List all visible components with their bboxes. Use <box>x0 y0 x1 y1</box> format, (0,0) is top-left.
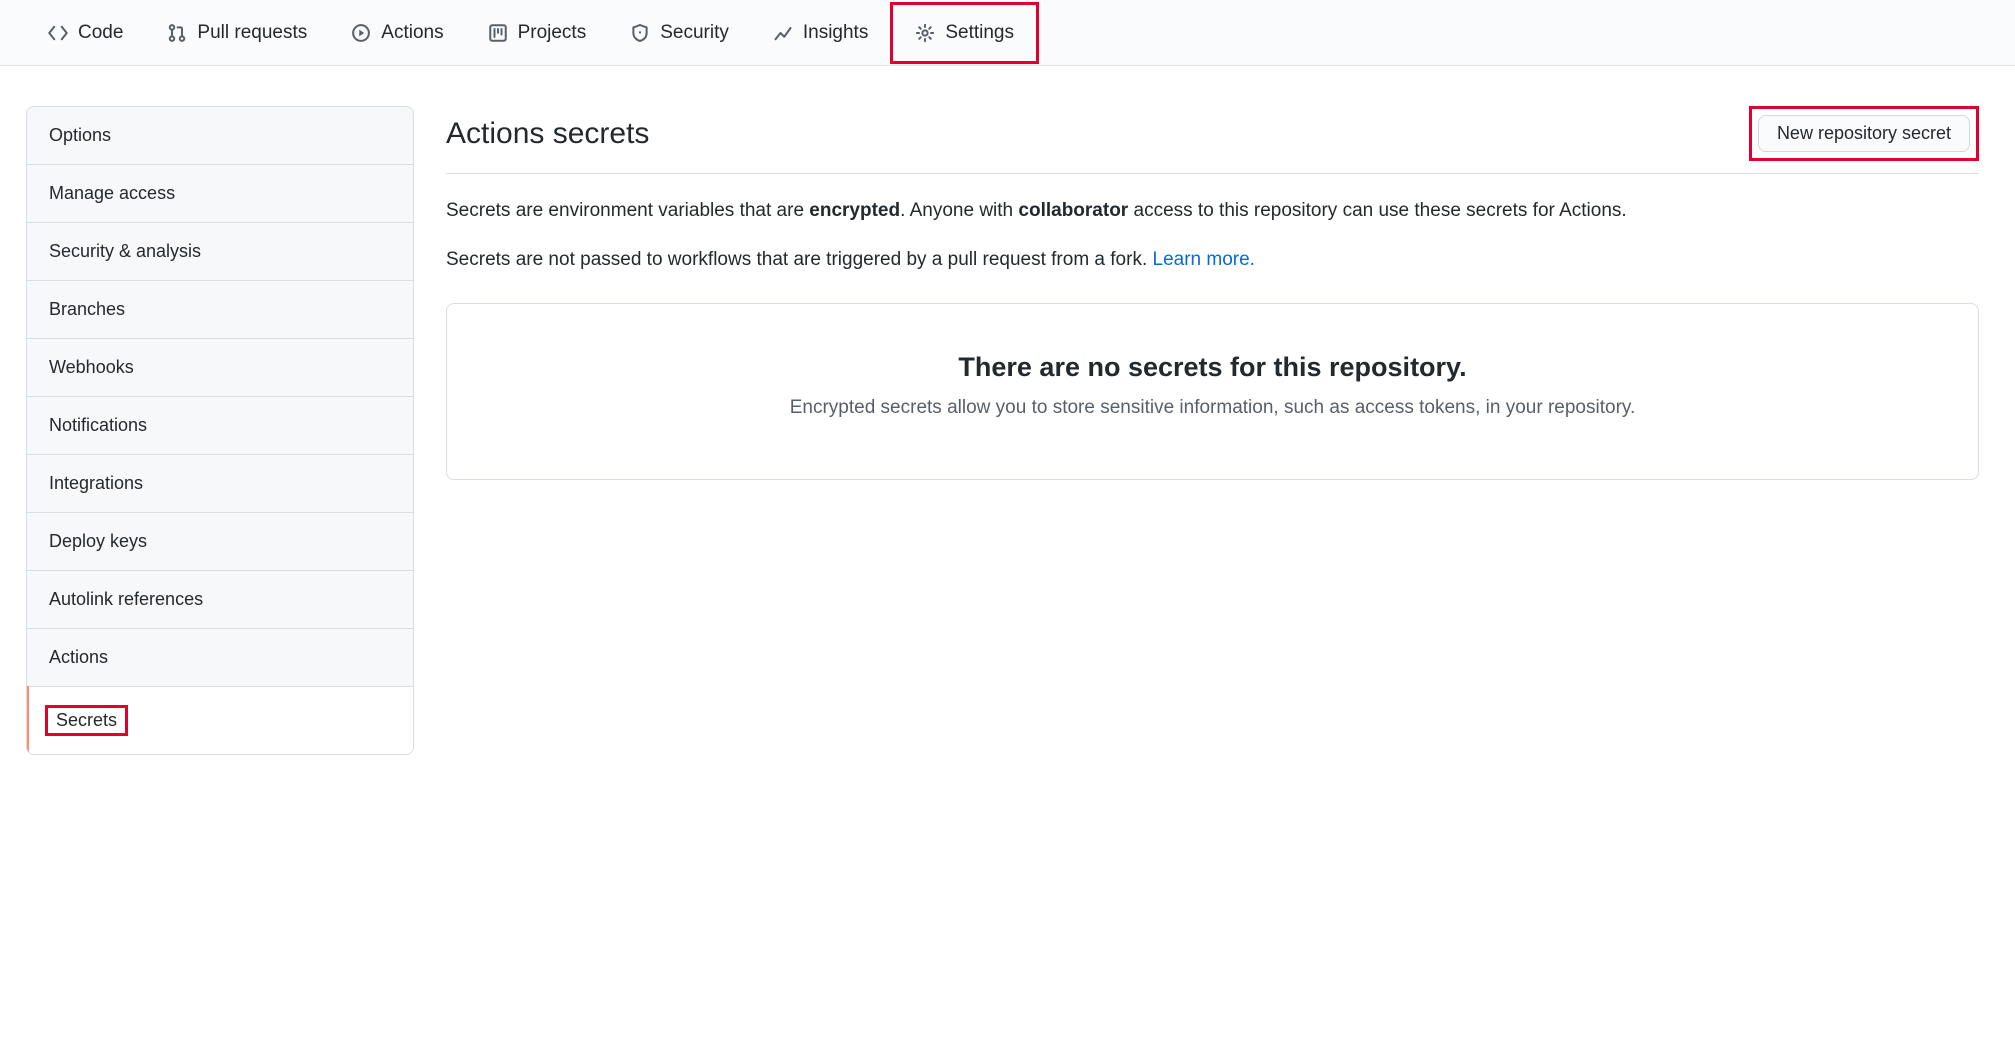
secrets-description-2: Secrets are not passed to workflows that… <box>446 245 1979 274</box>
tab-label: Code <box>78 23 123 42</box>
sidebar-item-label: Integrations <box>49 473 143 493</box>
sidebar-item-label: Deploy keys <box>49 531 147 551</box>
secrets-header: Actions secrets New repository secret <box>446 106 1979 174</box>
text-bold: collaborator <box>1018 200 1128 221</box>
sidebar-item-manage-access[interactable]: Manage access <box>27 165 413 223</box>
sidebar-item-label: Webhooks <box>49 357 134 377</box>
learn-more-link[interactable]: Learn more. <box>1153 249 1255 270</box>
shield-icon <box>630 23 650 43</box>
tab-projects[interactable]: Projects <box>466 5 609 61</box>
page-title: Actions secrets <box>446 117 649 151</box>
sidebar-item-label: Security & analysis <box>49 241 201 261</box>
new-repository-secret-button[interactable]: New repository secret <box>1758 115 1970 152</box>
sidebar-item-deploy-keys[interactable]: Deploy keys <box>27 513 413 571</box>
sidebar-item-autolink-references[interactable]: Autolink references <box>27 571 413 629</box>
tab-label: Security <box>660 23 729 42</box>
git-pull-request-icon <box>167 23 187 43</box>
sidebar-item-label: Notifications <box>49 415 147 435</box>
text-fragment: Secrets are not passed to workflows that… <box>446 249 1153 270</box>
sidebar-item-options[interactable]: Options <box>27 107 413 165</box>
tab-label: Actions <box>381 23 443 42</box>
graph-icon <box>773 23 793 43</box>
text-fragment: access to this repository can use these … <box>1128 200 1626 221</box>
sidebar-item-branches[interactable]: Branches <box>27 281 413 339</box>
text-fragment: Secrets are environment variables that a… <box>446 200 809 221</box>
sidebar-item-label: Options <box>49 125 111 145</box>
tab-label: Insights <box>803 23 868 42</box>
new-secret-highlight: New repository secret <box>1749 106 1979 161</box>
secrets-main: Actions secrets New repository secret Se… <box>446 106 1989 480</box>
settings-sidebar: Options Manage access Security & analysi… <box>26 106 414 755</box>
text-bold: encrypted <box>809 200 900 221</box>
sidebar-item-webhooks[interactable]: Webhooks <box>27 339 413 397</box>
tab-label: Settings <box>945 23 1014 42</box>
sidebar-item-integrations[interactable]: Integrations <box>27 455 413 513</box>
sidebar-item-label: Actions <box>49 647 108 667</box>
no-secrets-blankslate: There are no secrets for this repository… <box>446 303 1979 480</box>
sidebar-item-label: Manage access <box>49 183 175 203</box>
tab-security[interactable]: Security <box>608 5 751 61</box>
project-icon <box>488 23 508 43</box>
blankslate-subtitle: Encrypted secrets allow you to store sen… <box>487 397 1938 419</box>
secrets-description-1: Secrets are environment variables that a… <box>446 196 1979 225</box>
tab-pull-requests[interactable]: Pull requests <box>145 5 329 61</box>
sidebar-item-secrets[interactable]: Secrets <box>27 687 413 754</box>
sidebar-item-security-analysis[interactable]: Security & analysis <box>27 223 413 281</box>
tab-label: Projects <box>518 23 587 42</box>
blankslate-title: There are no secrets for this repository… <box>487 352 1938 383</box>
settings-container: Options Manage access Security & analysi… <box>0 66 2015 755</box>
tab-code[interactable]: Code <box>26 5 145 61</box>
tab-label: Pull requests <box>197 23 307 42</box>
sidebar-item-label: Branches <box>49 299 125 319</box>
tab-actions[interactable]: Actions <box>329 5 465 61</box>
gear-icon <box>915 23 935 43</box>
text-fragment: . Anyone with <box>900 200 1018 221</box>
sidebar-item-label: Secrets <box>45 705 128 736</box>
tab-insights[interactable]: Insights <box>751 5 890 61</box>
code-icon <box>48 23 68 43</box>
sidebar-item-label: Autolink references <box>49 589 203 609</box>
sidebar-item-notifications[interactable]: Notifications <box>27 397 413 455</box>
repo-tabs: Code Pull requests Actions Projects Secu… <box>0 0 2015 66</box>
sidebar-item-actions[interactable]: Actions <box>27 629 413 687</box>
play-circle-icon <box>351 23 371 43</box>
tab-settings[interactable]: Settings <box>890 2 1039 64</box>
